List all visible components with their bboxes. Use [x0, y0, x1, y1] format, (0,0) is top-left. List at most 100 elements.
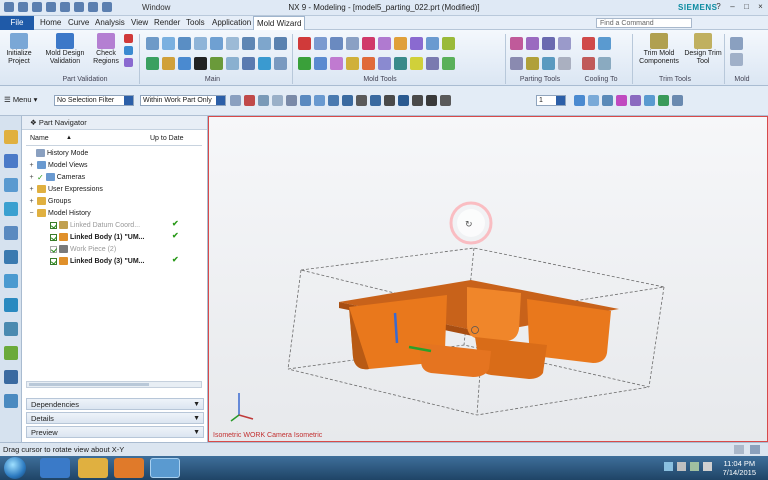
molded-part[interactable] [339, 280, 619, 379]
small-tool-icon[interactable] [124, 34, 133, 43]
main-tool-icon[interactable] [162, 37, 175, 50]
snap-icon[interactable] [230, 95, 241, 106]
column-name[interactable]: Name [30, 135, 49, 142]
view-icon[interactable] [574, 95, 585, 106]
column-up-to-date[interactable]: Up to Date [150, 135, 183, 142]
tree-item-user-expressions[interactable]: + User Expressions [28, 184, 103, 194]
parting-tool-icon[interactable] [526, 57, 539, 70]
file-tab[interactable]: File [0, 16, 34, 30]
mold-tool-icon[interactable] [426, 57, 439, 70]
parting-tool-icon[interactable] [526, 37, 539, 50]
tree-item-history-mode[interactable]: History Mode [36, 148, 88, 158]
tree-item-model-history[interactable]: − Model History [28, 208, 91, 218]
design-trim-tool-button[interactable]: Design Trim Tool [684, 33, 722, 66]
nx-app-icon[interactable] [150, 458, 180, 478]
status-icon[interactable] [734, 445, 744, 454]
mold-tool-icon[interactable] [378, 37, 391, 50]
process-studio-icon[interactable] [4, 322, 18, 336]
tree-item-linked-body-1[interactable]: Linked Body (1) "UM... [50, 232, 145, 242]
tree-item-model-views[interactable]: + Model Views [28, 160, 88, 170]
tray-icon[interactable] [677, 462, 686, 471]
view-icon[interactable] [630, 95, 641, 106]
main-tool-icon[interactable] [178, 37, 191, 50]
view-icon[interactable] [644, 95, 655, 106]
snap-icon[interactable] [314, 95, 325, 106]
mold-tool-icon[interactable] [362, 57, 375, 70]
hd3d-tools-icon[interactable] [4, 226, 18, 240]
parting-tool-icon[interactable] [558, 57, 571, 70]
view-icon[interactable] [616, 95, 627, 106]
expand-icon[interactable]: + [28, 174, 35, 181]
trim-mold-components-button[interactable]: Trim Mold Components [637, 33, 681, 66]
volume-icon[interactable] [703, 462, 712, 471]
clock[interactable]: 11:04 PM 7/14/2015 [723, 459, 756, 477]
main-tool-icon[interactable] [146, 57, 159, 70]
main-tool-icon[interactable] [226, 37, 239, 50]
graphics-window[interactable]: ↻ Isometric WORK Camera Isometric [208, 116, 768, 442]
menu-button[interactable]: ☰ Menu ▾ [4, 95, 37, 104]
mold-extra-icon[interactable] [730, 37, 743, 50]
media-player-icon[interactable] [114, 458, 144, 478]
parting-tool-icon[interactable] [558, 37, 571, 50]
snap-icon[interactable] [440, 95, 451, 106]
expand-icon[interactable]: + [28, 162, 35, 169]
manufacturing-wizards-icon[interactable] [4, 346, 18, 360]
tab-mold-wizard[interactable]: Mold Wizard [253, 16, 306, 30]
cooling-tool-icon[interactable] [582, 37, 595, 50]
tray-icon[interactable] [664, 462, 673, 471]
tab-curve[interactable]: Curve [68, 18, 89, 27]
system-scenes-icon[interactable] [4, 394, 18, 408]
mold-tool-icon[interactable] [442, 57, 455, 70]
main-tool-icon[interactable] [210, 37, 223, 50]
roles-icon[interactable] [4, 370, 18, 384]
mold-design-validation-button[interactable]: Mold Design Validation [42, 33, 88, 66]
start-button[interactable] [4, 457, 26, 479]
tab-view[interactable]: View [131, 18, 148, 27]
tree-item-linked-body-3[interactable]: Linked Body (3) "UM... [50, 256, 145, 266]
tab-home[interactable]: Home [40, 18, 61, 27]
parting-tool-icon[interactable] [510, 37, 523, 50]
mold-tool-icon[interactable] [378, 57, 391, 70]
view-icon[interactable] [602, 95, 613, 106]
pin-icon[interactable]: ❖ [30, 118, 39, 127]
help-button[interactable]: ? [713, 1, 724, 12]
small-tool-icon[interactable] [124, 46, 133, 55]
view-icon[interactable] [658, 95, 669, 106]
snap-icon[interactable] [342, 95, 353, 106]
cooling-tool-icon[interactable] [598, 57, 611, 70]
mold-tool-icon[interactable] [330, 57, 343, 70]
main-tool-icon[interactable] [274, 37, 287, 50]
mold-extra-icon[interactable] [730, 53, 743, 66]
tab-analysis[interactable]: Analysis [95, 18, 125, 27]
parting-tool-icon[interactable] [542, 57, 555, 70]
mold-tool-icon[interactable] [314, 37, 327, 50]
web-browser-icon[interactable] [4, 250, 18, 264]
cooling-tool-icon[interactable] [582, 57, 595, 70]
fullscreen-icon[interactable] [750, 445, 760, 454]
visibility-checkbox[interactable] [50, 221, 57, 229]
tab-application[interactable]: Application [212, 18, 251, 27]
mold-tool-icon[interactable] [394, 57, 407, 70]
main-tool-icon[interactable] [226, 57, 239, 70]
layer-dropdown[interactable]: 1 [536, 95, 566, 106]
main-tool-icon[interactable] [274, 57, 287, 70]
main-tool-icon[interactable] [194, 57, 207, 70]
main-tool-icon[interactable] [242, 37, 255, 50]
mold-tool-icon[interactable] [298, 57, 311, 70]
snap-icon[interactable] [384, 95, 395, 106]
close-button[interactable]: × [755, 1, 766, 12]
tree-item-cameras[interactable]: + ✓ Cameras [28, 172, 85, 182]
tab-render[interactable]: Render [154, 18, 180, 27]
mold-tool-icon[interactable] [426, 37, 439, 50]
system-materials-icon[interactable] [4, 298, 18, 312]
snap-icon[interactable] [258, 95, 269, 106]
check-regions-button[interactable]: Check Regions [90, 33, 122, 66]
tree-item-work-piece[interactable]: Work Piece (2) [50, 244, 116, 254]
scope-dropdown[interactable]: Within Work Part Only [140, 95, 226, 106]
cooling-tool-icon[interactable] [598, 37, 611, 50]
tab-tools[interactable]: Tools [186, 18, 205, 27]
snap-icon[interactable] [300, 95, 311, 106]
snap-icon[interactable] [244, 95, 255, 106]
mold-tool-icon[interactable] [410, 37, 423, 50]
horizontal-scrollbar[interactable] [26, 381, 202, 388]
